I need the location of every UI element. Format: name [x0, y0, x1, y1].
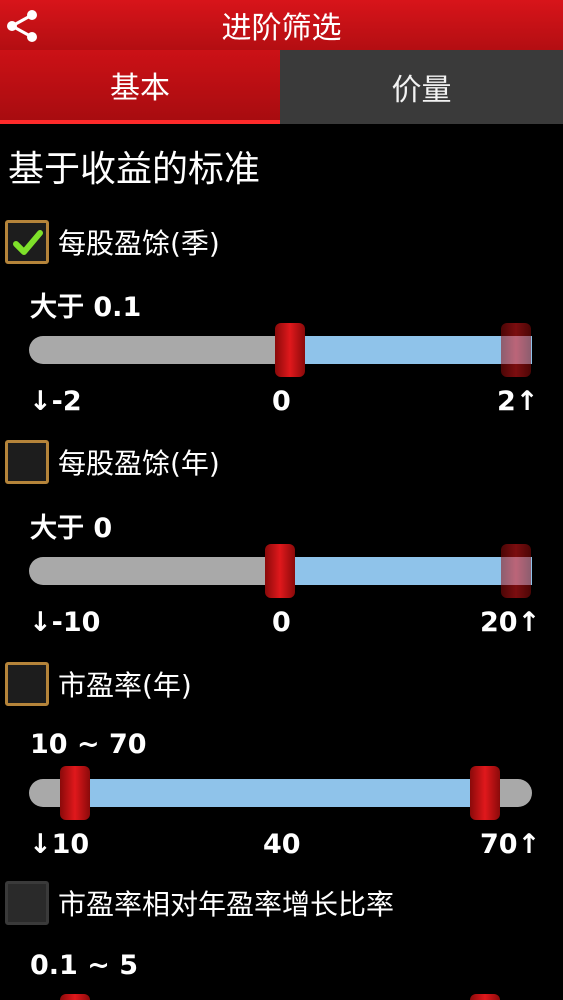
peg-range-text: 0.1 ~ 5 [30, 950, 139, 981]
pe-year-max: 70↑ [480, 829, 541, 860]
slider-fill [75, 779, 485, 807]
check-icon [13, 230, 43, 255]
peg-label: 市盈率相对年盈率增长比率 [58, 888, 395, 921]
pe-year-mid: 40 [263, 829, 301, 860]
slider-low-thumb[interactable] [265, 544, 295, 598]
pe-year-range-text: 10 ~ 70 [30, 729, 147, 760]
tab-price-volume[interactable]: 价量 [280, 50, 563, 124]
eps-quarter-mid: 0 [272, 386, 291, 417]
eps-year-slider[interactable] [29, 544, 532, 598]
eps-year-label: 每股盈馀(年) [58, 447, 220, 480]
pe-year-slider[interactable] [29, 766, 532, 820]
eps-year-checkbox[interactable] [5, 440, 49, 484]
slider-high-thumb[interactable] [501, 544, 531, 598]
slider-low-thumb[interactable] [275, 323, 305, 377]
page-title: 进阶筛选 [221, 11, 342, 46]
section-title: 基于收益的标准 [8, 149, 261, 190]
slider-low-thumb[interactable] [60, 766, 90, 820]
eps-year-mid: 0 [272, 607, 291, 638]
slider-high-thumb[interactable] [501, 323, 531, 377]
eps-quarter-slider[interactable] [29, 323, 532, 377]
eps-year-max: 20↑ [480, 607, 541, 638]
title-bar: 进阶筛选 [0, 0, 563, 50]
share-icon[interactable] [4, 8, 40, 44]
tab-basic[interactable]: 基本 [0, 50, 280, 124]
slider-high-thumb[interactable] [470, 994, 500, 1000]
peg-checkbox[interactable] [5, 881, 49, 925]
eps-quarter-checkbox[interactable] [5, 220, 49, 264]
peg-slider[interactable] [29, 994, 532, 1000]
slider-high-thumb[interactable] [470, 766, 500, 820]
tab-bar: 基本 价量 [0, 50, 563, 124]
eps-quarter-max: 2↑ [497, 386, 539, 417]
eps-year-min: ↓-10 [29, 607, 101, 638]
filter-pe-year: 市盈率(年) [5, 662, 192, 706]
pe-year-label: 市盈率(年) [58, 669, 192, 702]
eps-quarter-range-text: 大于 0.1 [30, 292, 142, 323]
slider-fill [280, 557, 532, 585]
pe-year-checkbox[interactable] [5, 662, 49, 706]
filter-eps-year: 每股盈馀(年) [5, 440, 220, 484]
eps-quarter-label: 每股盈馀(季) [58, 227, 220, 260]
filter-eps-quarter: 每股盈馀(季) [5, 220, 220, 264]
filter-peg: 市盈率相对年盈率增长比率 [5, 881, 394, 925]
slider-fill [290, 336, 532, 364]
slider-low-thumb[interactable] [60, 994, 90, 1000]
eps-quarter-min: ↓-2 [29, 386, 82, 417]
eps-year-range-text: 大于 0 [30, 513, 113, 544]
pe-year-min: ↓10 [29, 829, 90, 860]
